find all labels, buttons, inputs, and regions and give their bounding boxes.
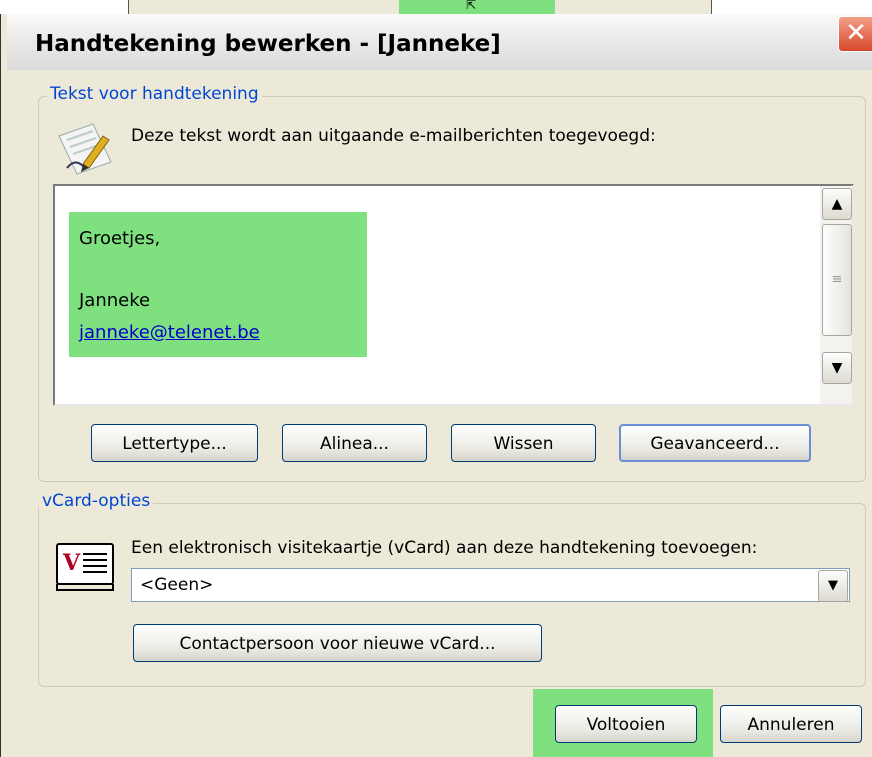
vcard-group-legend: vCard-opties <box>39 491 154 511</box>
text-group-legend: Tekst voor handtekening <box>47 84 262 104</box>
signature-editor[interactable]: Groetjes, Janneke janneke@telenet.be ▲ ≡… <box>53 184 854 406</box>
vcard-description: Een elektronisch visitekaartje (vCard) a… <box>131 538 758 558</box>
pen-paper-icon <box>58 123 112 175</box>
svg-text:V: V <box>62 550 81 576</box>
mouse-cursor-icon: ⇱ <box>466 0 477 12</box>
vcard-select-value: <Geen> <box>140 575 214 595</box>
scroll-thumb[interactable]: ≡ <box>822 224 852 336</box>
vcard-icon: V <box>56 543 114 591</box>
chevron-down-icon[interactable]: ▼ <box>818 570 848 602</box>
scroll-down-button[interactable]: ▼ <box>822 352 852 384</box>
window-title: Handtekening bewerken - [Janneke] <box>35 31 501 57</box>
signature-line-name: Janneke <box>79 290 151 311</box>
signature-line-greeting: Groetjes, <box>79 228 161 249</box>
clear-button[interactable]: Wissen <box>451 424 596 462</box>
signature-email-link[interactable]: janneke@telenet.be <box>79 322 260 343</box>
editor-scrollbar[interactable]: ▲ ≡ ▼ <box>820 186 852 404</box>
background-highlight <box>399 0 555 14</box>
close-button[interactable]: ✕ <box>838 16 872 52</box>
font-button[interactable]: Lettertype... <box>91 424 258 462</box>
signature-highlight: Groetjes, Janneke janneke@telenet.be <box>69 212 367 357</box>
advanced-button[interactable]: Geavanceerd... <box>619 424 811 462</box>
new-vcard-contact-button[interactable]: Contactpersoon voor nieuwe vCard... <box>133 624 542 662</box>
title-bar: Handtekening bewerken - [Janneke] <box>7 14 872 70</box>
paragraph-button[interactable]: Alinea... <box>282 424 427 462</box>
vcard-select[interactable]: <Geen> ▼ <box>131 568 850 602</box>
close-icon: ✕ <box>845 18 867 48</box>
text-description: Deze tekst wordt aan uitgaande e-mailber… <box>131 126 656 146</box>
cancel-button[interactable]: Annuleren <box>720 705 862 743</box>
finish-button[interactable]: Voltooien <box>555 705 697 743</box>
scroll-up-button[interactable]: ▲ <box>822 188 852 220</box>
